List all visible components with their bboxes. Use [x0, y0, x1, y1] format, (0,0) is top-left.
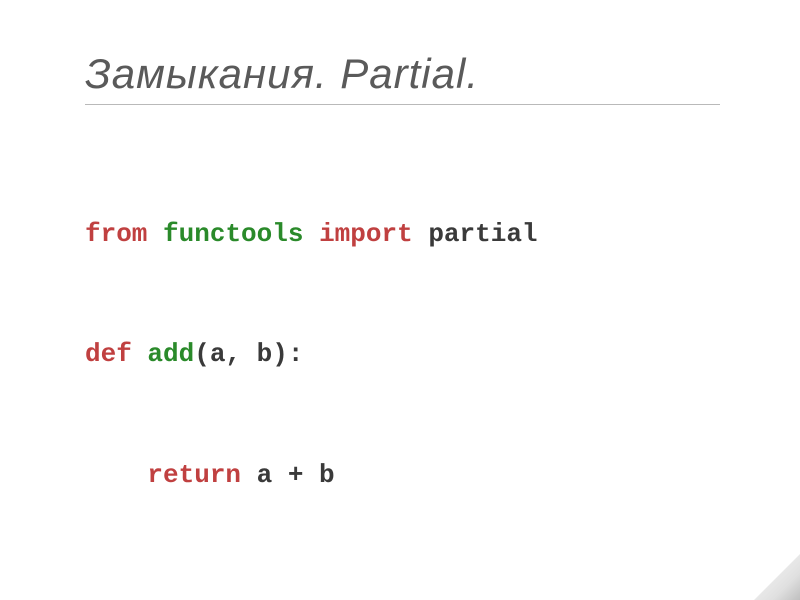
return-expr: a + b: [257, 460, 335, 490]
import-name: partial: [428, 219, 537, 249]
keyword-import: import: [319, 219, 413, 249]
function-name: add: [147, 339, 194, 369]
code-line-1: from functools import partial: [85, 214, 720, 254]
title-divider: [85, 104, 720, 105]
keyword-return: return: [147, 460, 241, 490]
slide-title: Замыкания. Partial.: [85, 50, 720, 98]
page-curl-icon: [754, 554, 800, 600]
code-line-3: return a + b: [85, 455, 720, 495]
keyword-from: from: [85, 219, 147, 249]
keyword-def: def: [85, 339, 132, 369]
function-params: (a, b):: [194, 339, 303, 369]
code-block: from functools import partial def add(a,…: [85, 133, 720, 600]
code-line-2: def add(a, b):: [85, 334, 720, 374]
module-name: functools: [163, 219, 303, 249]
slide: Замыкания. Partial. from functools impor…: [0, 0, 800, 600]
